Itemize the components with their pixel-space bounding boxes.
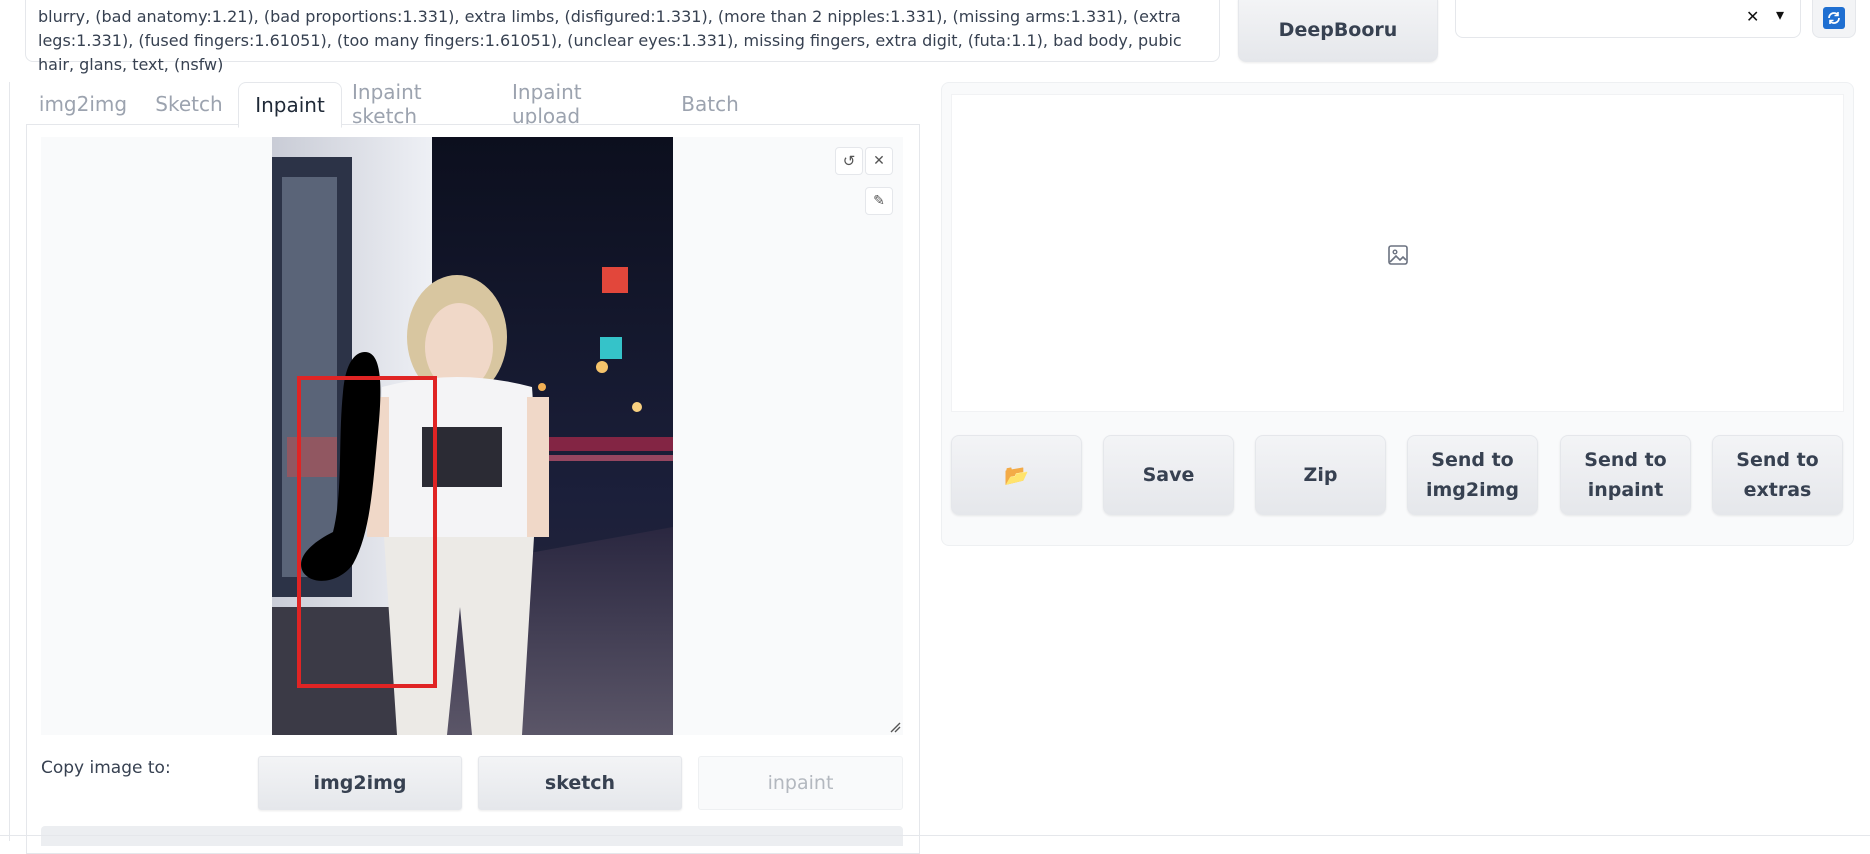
button-label: Zip [1303, 464, 1338, 486]
output-gallery[interactable] [951, 94, 1844, 412]
tab-label: Inpaint upload [512, 80, 582, 128]
send-to-inpaint-button[interactable]: Send to inpaint [1560, 435, 1691, 515]
button-label-line2: img2img [1425, 479, 1520, 501]
brush-icon: ✎ [873, 193, 885, 209]
button-label-line1: Send to [1584, 449, 1667, 471]
image-placeholder-icon [1388, 245, 1408, 265]
tab-inpaint[interactable]: Inpaint [238, 82, 342, 128]
refresh-icon [1823, 7, 1845, 29]
chevron-down-icon[interactable]: ▾ [1776, 5, 1784, 24]
undo-button[interactable]: ↺ [835, 147, 863, 175]
tab-label: Batch [681, 92, 739, 116]
copy-to-sketch-button[interactable]: sketch [478, 756, 682, 810]
send-to-img2img-button[interactable]: Send to img2img [1407, 435, 1538, 515]
deepbooru-button[interactable]: DeepBooru [1238, 0, 1438, 62]
zip-button[interactable]: Zip [1255, 435, 1386, 515]
tab-inpaint-sketch[interactable]: Inpaint sketch [352, 80, 490, 128]
close-icon: ✕ [873, 153, 885, 169]
button-label-line1: Send to [1431, 449, 1514, 471]
tab-label: Inpaint [255, 93, 325, 117]
clear-icon[interactable]: ✕ [1746, 7, 1759, 26]
styles-dropdown[interactable]: ✕ ▾ [1455, 0, 1801, 38]
button-label: sketch [544, 772, 616, 794]
tab-label: img2img [38, 92, 128, 116]
deepbooru-label: DeepBooru [1278, 19, 1398, 41]
button-label-line2: inpaint [1587, 479, 1664, 501]
button-label: Save [1142, 464, 1195, 486]
button-label: inpaint [767, 772, 834, 794]
negative-prompt-text: blurry, (bad anatomy:1.21), (bad proport… [38, 7, 1182, 74]
open-folder-button[interactable]: 📂 [951, 435, 1082, 515]
mask-bounding-box [297, 376, 437, 688]
tab-label: Sketch [155, 92, 223, 116]
button-label-line1: Send to [1736, 449, 1819, 471]
bottom-divider [0, 835, 1870, 836]
copy-to-inpaint-button[interactable]: inpaint [698, 756, 903, 810]
undo-icon: ↺ [842, 152, 856, 170]
tab-batch[interactable]: Batch [670, 82, 750, 126]
copy-to-img2img-button[interactable]: img2img [258, 756, 462, 810]
button-label: img2img [313, 772, 407, 794]
bottom-accordion[interactable] [41, 826, 903, 846]
tab-img2img[interactable]: img2img [28, 82, 138, 126]
negative-prompt-textbox[interactable]: blurry, (bad anatomy:1.21), (bad proport… [25, 0, 1220, 74]
left-panel-border [9, 82, 10, 841]
refresh-styles-button[interactable] [1812, 0, 1856, 38]
inpaint-canvas[interactable]: ↺ ✕ ✎ [41, 137, 903, 735]
button-label-line2: extras [1743, 479, 1812, 501]
tab-inpaint-upload[interactable]: Inpaint upload [512, 80, 652, 128]
save-button[interactable]: Save [1103, 435, 1234, 515]
tab-sketch[interactable]: Sketch [150, 82, 228, 126]
tab-label: Inpaint sketch [352, 80, 422, 128]
clear-canvas-button[interactable]: ✕ [865, 147, 893, 175]
folder-icon: 📂 [1004, 463, 1029, 487]
send-to-extras-button[interactable]: Send to extras [1712, 435, 1843, 515]
brush-button[interactable]: ✎ [865, 187, 893, 215]
copy-image-to-label: Copy image to: [41, 758, 171, 778]
resize-handle-icon[interactable] [889, 721, 901, 733]
